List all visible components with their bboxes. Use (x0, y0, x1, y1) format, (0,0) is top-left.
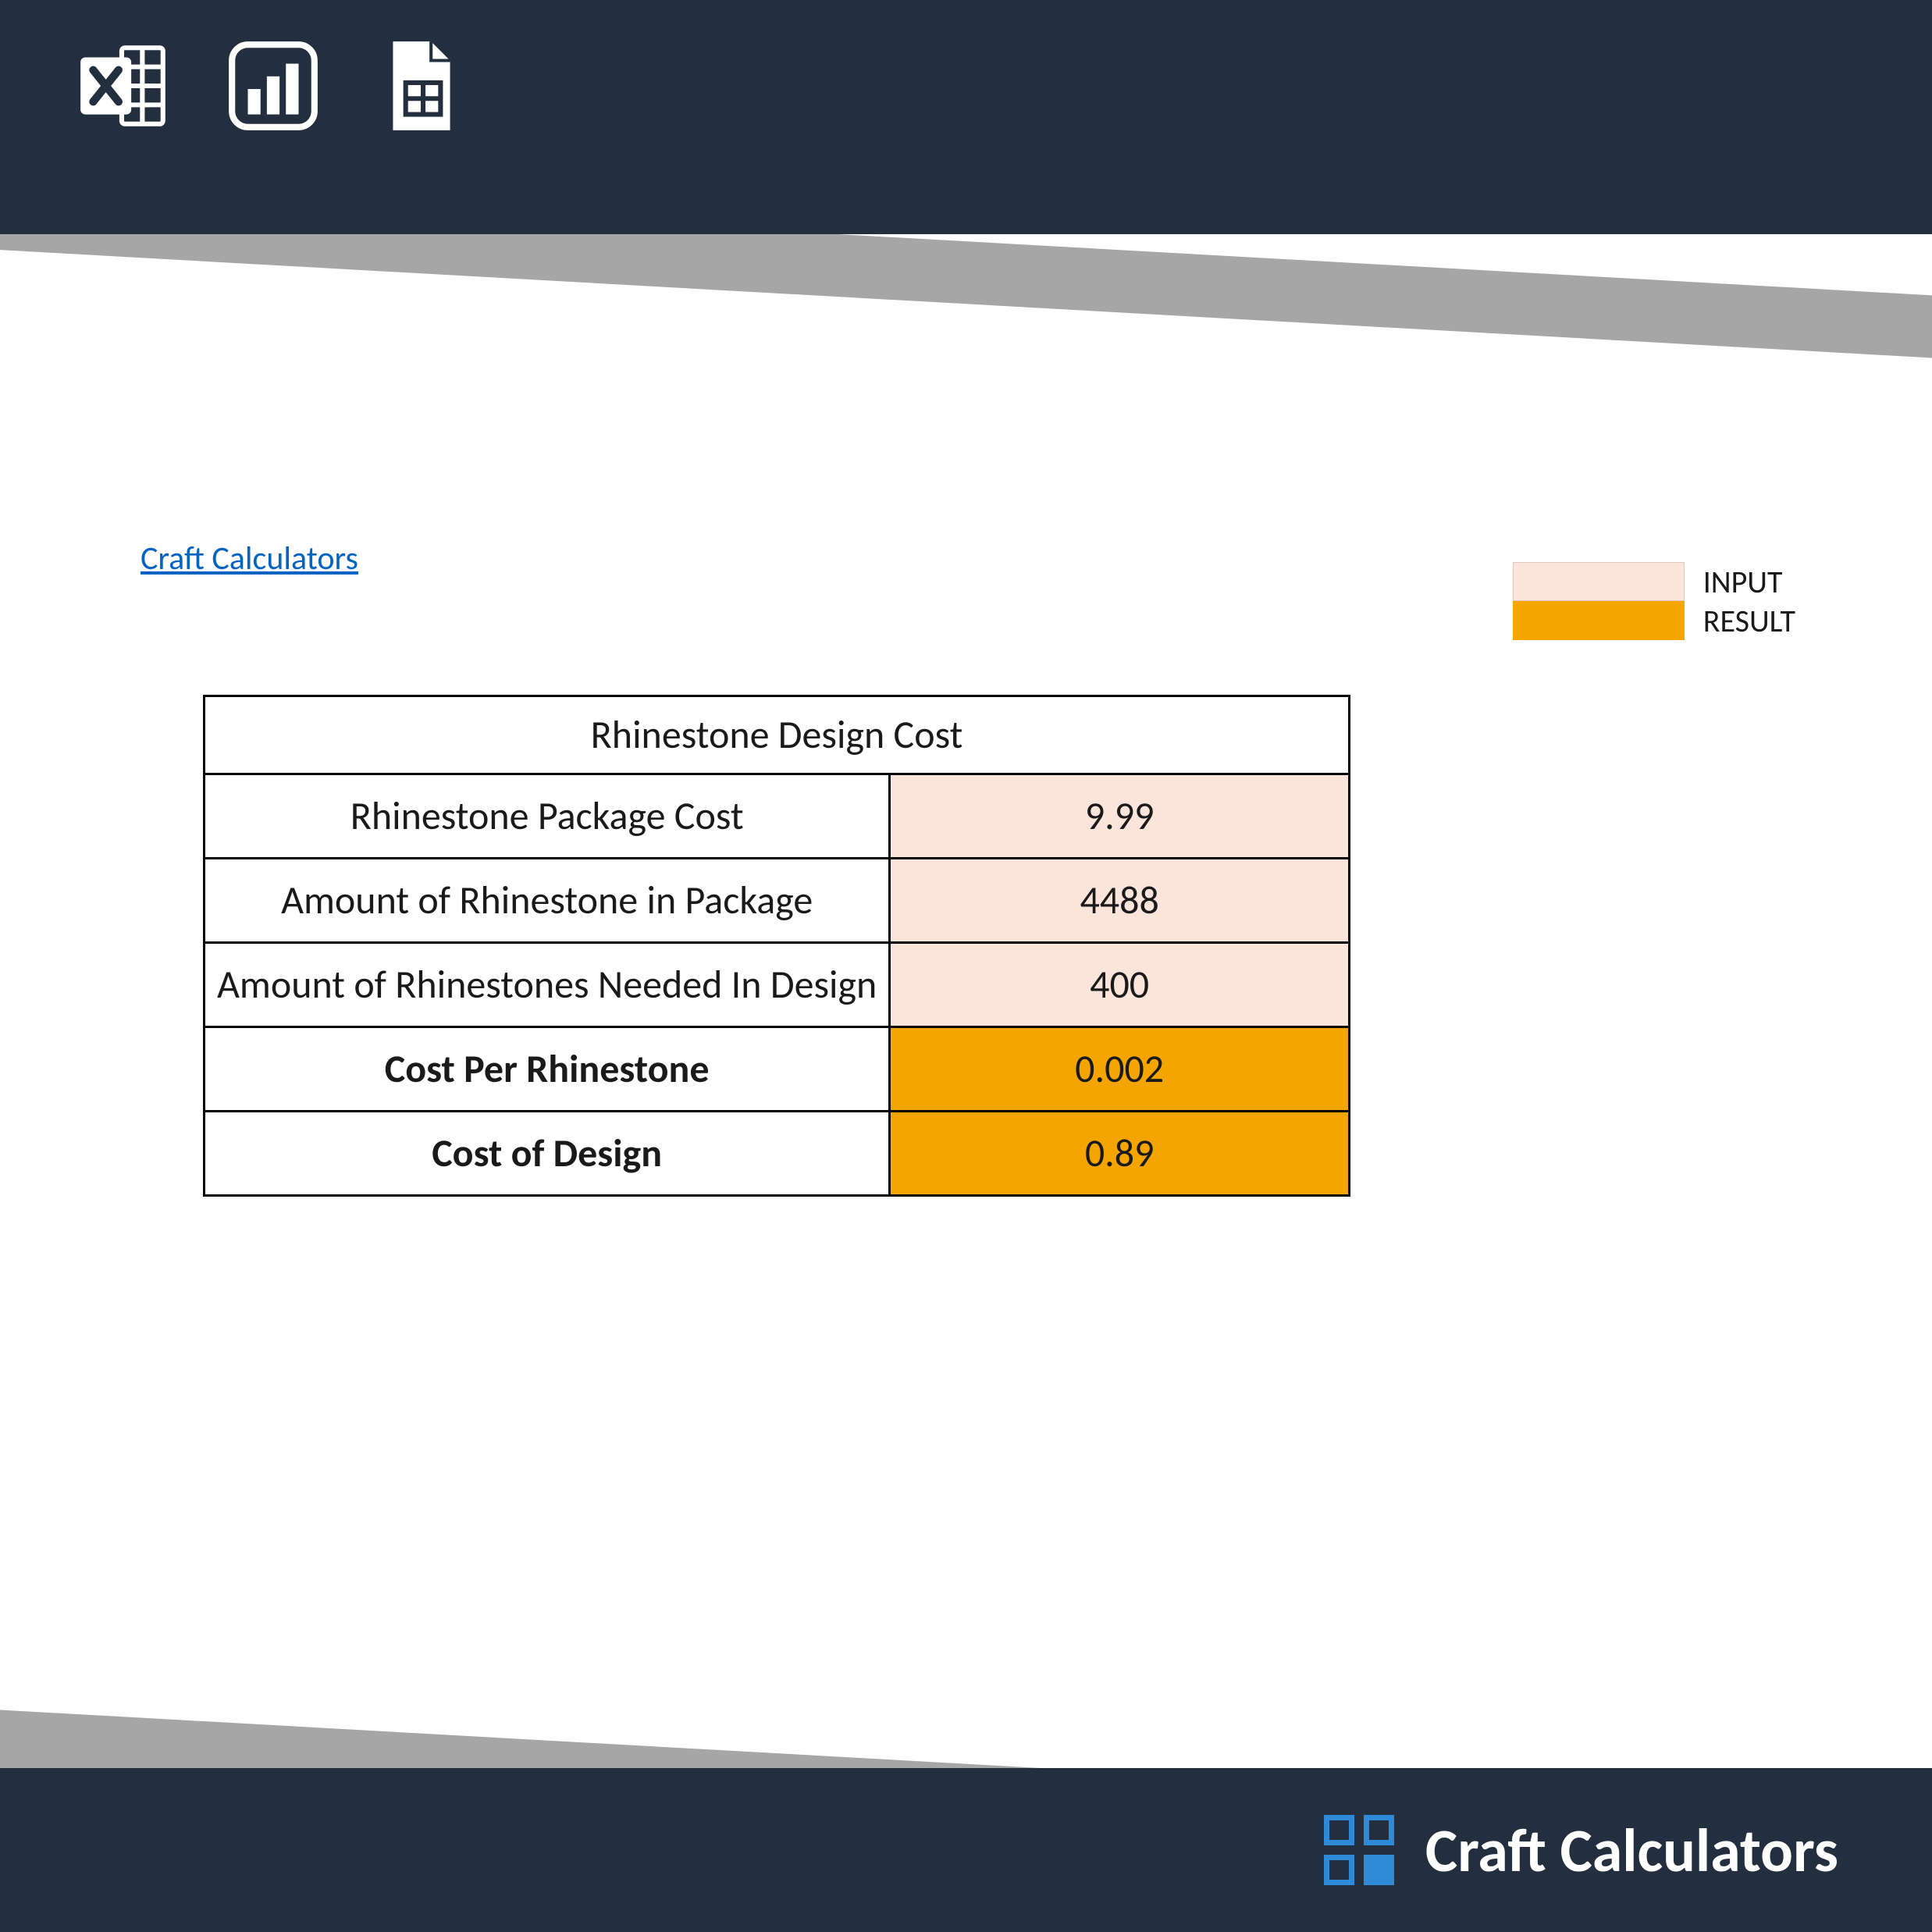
row-label: Cost Per Rhinestone (205, 1027, 890, 1112)
brand: Craft Calculators (1324, 1813, 1838, 1888)
header-icon-row (74, 35, 472, 137)
row-label: Amount of Rhinestone in Package (205, 859, 890, 943)
amount-in-package-input[interactable]: 4488 (890, 859, 1350, 943)
legend-result-row: RESULT (1513, 601, 1795, 640)
sheets-icon (371, 35, 472, 137)
amount-needed-input[interactable]: 400 (890, 943, 1350, 1027)
legend: INPUT RESULT (1513, 562, 1795, 640)
excel-icon (74, 35, 176, 137)
table-row: Cost Per Rhinestone 0.002 (205, 1027, 1350, 1112)
table-row: Cost of Design 0.89 (205, 1112, 1350, 1196)
craft-calculators-link[interactable]: Craft Calculators (141, 539, 358, 578)
brand-text: Craft Calculators (1425, 1813, 1838, 1888)
table-title: Rhinestone Design Cost (205, 696, 1350, 774)
legend-input-row: INPUT (1513, 562, 1795, 601)
legend-result-swatch (1513, 601, 1685, 640)
package-cost-input[interactable]: 9.99 (890, 774, 1350, 859)
chart-icon (222, 35, 324, 137)
cost-of-design-result: 0.89 (890, 1112, 1350, 1196)
table-row: Rhinestone Package Cost 9.99 (205, 774, 1350, 859)
row-label: Rhinestone Package Cost (205, 774, 890, 859)
brand-logo-icon (1324, 1815, 1394, 1885)
row-label: Amount of Rhinestones Needed In Design (205, 943, 890, 1027)
legend-input-swatch (1513, 562, 1685, 601)
cost-per-rhinestone-result: 0.002 (890, 1027, 1350, 1112)
legend-result-label: RESULT (1703, 602, 1795, 640)
table-row: Amount of Rhinestone in Package 4488 (205, 859, 1350, 943)
legend-input-label: INPUT (1703, 563, 1783, 601)
rhinestone-cost-table: Rhinestone Design Cost Rhinestone Packag… (203, 695, 1350, 1197)
bottom-banner: Craft Calculators (0, 1768, 1932, 1932)
table-row: Amount of Rhinestones Needed In Design 4… (205, 943, 1350, 1027)
row-label: Cost of Design (205, 1112, 890, 1196)
